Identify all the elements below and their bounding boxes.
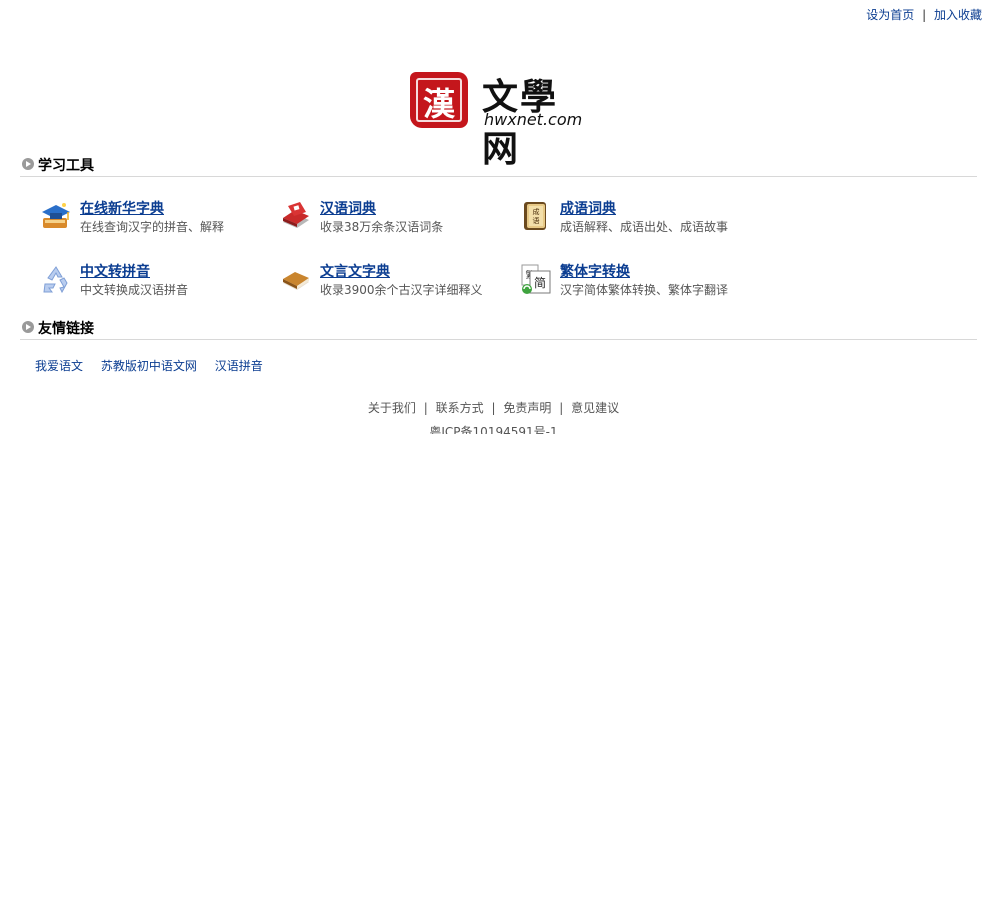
tool-description: 收录3900余个古汉字详细释义: [320, 283, 483, 297]
tool-description: 在线查询汉字的拼音、解释: [80, 220, 225, 234]
footer-separator: |: [491, 401, 496, 415]
tool-idiom-dict: 成 语 成语词典 成语解释、成语出处、成语故事: [520, 200, 750, 240]
tools-section-title: 学习工具: [38, 158, 94, 174]
footer-separator: |: [559, 401, 564, 415]
seal-icon: 漢: [410, 72, 468, 128]
about-us-link[interactable]: 关于我们: [368, 401, 416, 415]
svg-text:成: 成: [533, 207, 540, 216]
friend-link[interactable]: 苏教版初中语文网: [101, 359, 197, 373]
red-book-icon: [283, 202, 309, 228]
tool-name-link[interactable]: 成语词典: [560, 198, 616, 218]
tool-name-link[interactable]: 繁体字转换: [560, 261, 630, 281]
site-logo[interactable]: 漢 文學网 hwxnet.com: [410, 70, 588, 170]
top-links-separator: |: [922, 8, 927, 22]
tool-chinese-to-pinyin: 中文转拼音 中文转换成汉语拼音: [40, 263, 270, 303]
tool-xinhua-dict: 在线新华字典 在线查询汉字的拼音、解释: [40, 200, 270, 240]
set-home-link[interactable]: 设为首页: [866, 8, 914, 22]
tools-section-header: 学习工具: [20, 154, 977, 177]
tool-chinese-dict: 汉语词典 收录38万余条汉语词条: [280, 200, 510, 240]
links-section-title: 友情链接: [38, 321, 94, 337]
scroll-book-icon: 成 语: [524, 202, 546, 230]
footer-separator: |: [423, 401, 428, 415]
contact-link[interactable]: 联系方式: [436, 401, 484, 415]
footer-icp: 粤ICP备10194591号-1: [0, 423, 987, 434]
friend-links-list: 我爱语文 苏教版初中语文网 汉语拼音: [35, 357, 277, 374]
tool-description: 成语解释、成语出处、成语故事: [560, 220, 729, 234]
seal-char: 漢: [422, 85, 455, 123]
graduation-cap-icon: [42, 203, 70, 228]
tool-name-link[interactable]: 在线新华字典: [80, 198, 164, 218]
tool-name-link[interactable]: 汉语词典: [320, 198, 376, 218]
recycle-icon: [43, 266, 68, 294]
tool-name-link[interactable]: 中文转拼音: [80, 261, 150, 281]
friend-link[interactable]: 我爱语文: [35, 359, 83, 373]
svg-text:简: 简: [534, 276, 546, 290]
tool-traditional-convert: 繁 简 繁体字转换 汉字简体繁体转换、繁体字翻译: [520, 263, 750, 303]
tool-description: 中文转换成汉语拼音: [80, 283, 189, 297]
top-links: 设为首页 | 加入收藏: [866, 6, 982, 23]
tool-description: 汉字简体繁体转换、繁体字翻译: [560, 283, 729, 297]
simplified-traditional-icon: 繁 简: [521, 264, 551, 294]
svg-text:语: 语: [533, 216, 540, 225]
friend-link[interactable]: 汉语拼音: [215, 359, 263, 373]
icp-number: 粤ICP备10194591号-1: [429, 425, 558, 434]
links-section-header: 友情链接: [20, 317, 977, 340]
feedback-link[interactable]: 意见建议: [571, 401, 619, 415]
section-bullet-icon: [22, 321, 34, 333]
brown-book-icon: [283, 272, 309, 290]
add-favorite-link[interactable]: 加入收藏: [934, 8, 982, 22]
section-bullet-icon: [22, 158, 34, 170]
logo-domain: hwxnet.com: [484, 110, 583, 129]
tool-classical-dict: 文言文字典 收录3900余个古汉字详细释义: [280, 263, 510, 303]
footer-links: 关于我们 | 联系方式 | 免责声明 | 意见建议: [0, 399, 987, 416]
tool-name-link[interactable]: 文言文字典: [320, 261, 390, 281]
disclaimer-link[interactable]: 免责声明: [503, 401, 551, 415]
tool-description: 收录38万余条汉语词条: [320, 220, 444, 234]
